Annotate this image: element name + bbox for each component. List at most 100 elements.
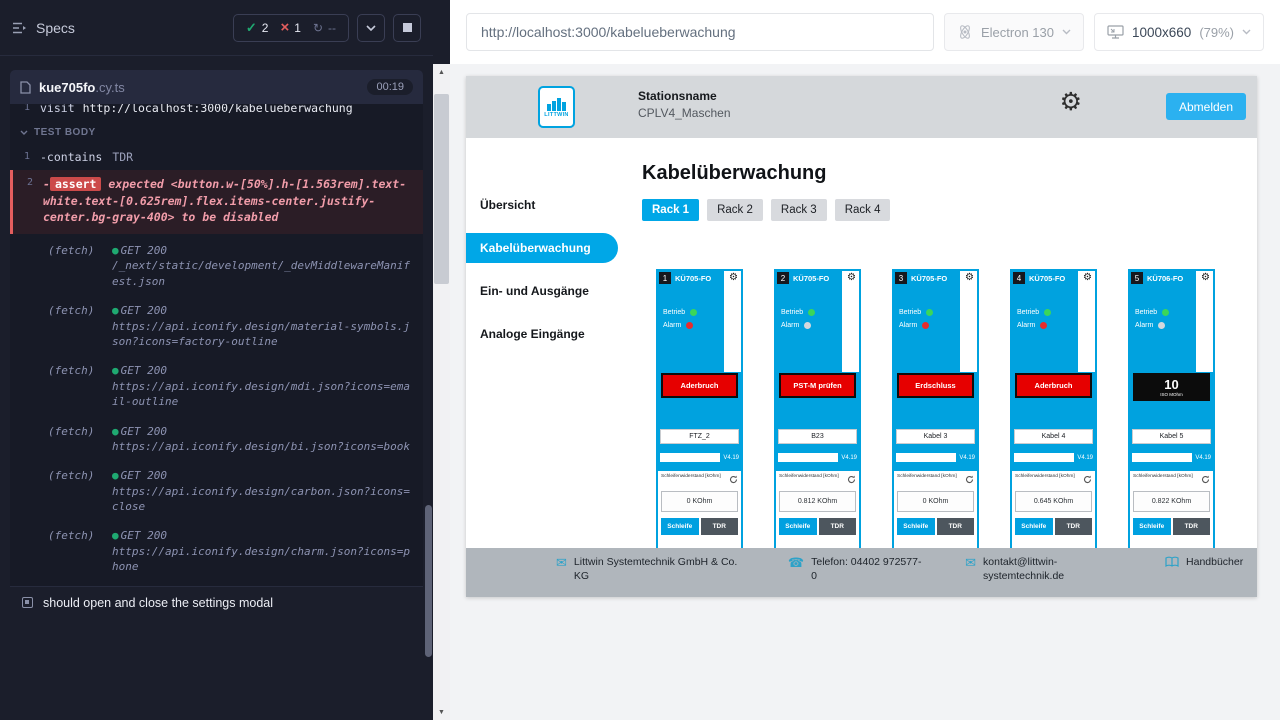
- chevron-down-icon: [1062, 29, 1071, 35]
- rack-tab[interactable]: Rack 1: [642, 199, 699, 221]
- card-number: 2: [777, 272, 789, 284]
- card-buttons: Schleife TDR: [779, 518, 856, 535]
- pending-stat: ↻--: [313, 21, 336, 35]
- alarm-led-row: Alarm: [663, 322, 697, 329]
- measurement-section: Schleifenwiderstand [kOhm] 0.645 KOhm Sc…: [1012, 471, 1095, 548]
- mail-icon: ✉: [965, 556, 976, 569]
- status-text: Erdschluss: [899, 375, 972, 396]
- scroll-up-arrow[interactable]: ▲: [433, 64, 450, 80]
- sidebar-item[interactable]: Übersicht: [466, 190, 618, 220]
- betrieb-label: Betrieb: [899, 309, 921, 316]
- measurement-head: Schleifenwiderstand [kOhm]: [897, 474, 974, 484]
- fetch-log-entry[interactable]: (fetch) ●GET 200 https://api.iconify.des…: [10, 356, 423, 416]
- assert-message: -assert expected <button.w-[50%].h-[1.56…: [43, 176, 413, 226]
- status-dot: ●: [112, 469, 119, 482]
- tdr-button[interactable]: TDR: [1173, 518, 1211, 535]
- phone-text: Telefon: 04402 972577-0: [811, 556, 923, 583]
- fetch-log-entry[interactable]: (fetch) ●GET 200 https://api.iconify.des…: [10, 461, 423, 521]
- sidebar-item-label: Kabelüberwachung: [480, 241, 591, 255]
- fetch-url: /_next/static/development/_devMiddleware…: [112, 258, 413, 289]
- refresh-icon[interactable]: [847, 475, 856, 484]
- rack-tab[interactable]: Rack 3: [771, 199, 827, 221]
- spec-header[interactable]: kue705fo.cy.ts 00:19: [10, 70, 423, 104]
- settings-gear-icon[interactable]: ⚙: [1060, 90, 1082, 115]
- card-settings-icon[interactable]: ⚙: [729, 273, 738, 283]
- specs-menu-button[interactable]: Specs: [12, 20, 75, 36]
- scrollbar-track[interactable]: [433, 80, 450, 704]
- rack-tab[interactable]: Rack 4: [835, 199, 891, 221]
- failed-assert-row[interactable]: 2 -assert expected <button.w-[50%].h-[1.…: [10, 170, 423, 234]
- version-row: V4.19: [1132, 453, 1211, 462]
- specs-label: Specs: [36, 20, 75, 36]
- rack-tab[interactable]: Rack 2: [707, 199, 763, 221]
- status-badge: Aderbruch: [661, 373, 738, 398]
- status-unit: ISO MOhm: [1135, 392, 1208, 399]
- alarm-led: [804, 322, 811, 329]
- schleife-button[interactable]: Schleife: [1015, 518, 1053, 535]
- fetch-log-entry[interactable]: (fetch) ●GET 200 https://api.iconify.des…: [10, 296, 423, 356]
- specs-list-icon: [12, 21, 28, 35]
- pending-count: --: [328, 21, 336, 35]
- fetch-log-entry[interactable]: (fetch) ●GET 200 https://api.iconify.des…: [10, 417, 423, 462]
- card-side-panel: [724, 271, 741, 372]
- card-side-panel: [1078, 271, 1095, 372]
- tdr-button[interactable]: TDR: [701, 518, 739, 535]
- alarm-led: [1158, 322, 1165, 329]
- runner-scrollbar-thumb[interactable]: [425, 505, 432, 657]
- cable-name: B23: [778, 429, 857, 444]
- fetch-url: https://api.iconify.design/carbon.json?i…: [112, 484, 413, 515]
- sidebar-item[interactable]: Analoge Eingänge: [466, 319, 618, 349]
- sidebar-item[interactable]: Kabelüberwachung: [466, 233, 618, 263]
- card-buttons: Schleife TDR: [897, 518, 974, 535]
- alarm-led: [1040, 322, 1047, 329]
- status-dot: ●: [112, 364, 119, 377]
- scrollbar[interactable]: ▲ ▼: [433, 64, 450, 720]
- fetch-log-entry[interactable]: (fetch) ●GET 200 /_next/static/developme…: [10, 236, 423, 296]
- refresh-icon[interactable]: [729, 475, 738, 484]
- card-settings-icon[interactable]: ⚙: [847, 273, 856, 283]
- cable-monitor-card: ⚙ 2 KÜ705-FO Betrieb: [774, 269, 861, 548]
- assert-state: disabled: [223, 210, 278, 224]
- chevron-down-icon: [366, 25, 376, 31]
- tdr-button[interactable]: TDR: [1055, 518, 1093, 535]
- scroll-down-arrow[interactable]: ▼: [433, 704, 450, 720]
- tdr-button[interactable]: TDR: [937, 518, 975, 535]
- schleife-button[interactable]: Schleife: [779, 518, 817, 535]
- contains-command-row[interactable]: 1 -contains TDR: [10, 146, 423, 168]
- footer-email[interactable]: ✉ kontakt@littwin-systemtechnik.de: [965, 556, 1123, 583]
- visit-command-row[interactable]: 1 visit http://localhost:3000/kabelueber…: [10, 104, 423, 119]
- test-body-section[interactable]: TEST BODY: [10, 119, 423, 146]
- footer-manuals-link[interactable]: Handbücher: [1165, 556, 1243, 570]
- card-settings-icon[interactable]: ⚙: [965, 273, 974, 283]
- card-settings-icon[interactable]: ⚙: [1201, 273, 1210, 283]
- url-input[interactable]: [466, 13, 934, 51]
- refresh-icon[interactable]: [965, 475, 974, 484]
- viewport-select[interactable]: 1000x660 (79%): [1094, 13, 1264, 51]
- scrollbar-thumb[interactable]: [434, 94, 449, 284]
- sidebar-item[interactable]: Ein- und Ausgänge: [466, 276, 618, 306]
- browser-select[interactable]: Electron 130: [944, 13, 1084, 51]
- version-field: [1014, 453, 1074, 462]
- schleife-button[interactable]: Schleife: [1133, 518, 1171, 535]
- fetch-url: https://api.iconify.design/material-symb…: [112, 319, 413, 350]
- tdr-button[interactable]: TDR: [819, 518, 857, 535]
- collapse-button[interactable]: [357, 14, 385, 42]
- schleife-button[interactable]: Schleife: [897, 518, 935, 535]
- cable-monitor-card: ⚙ 1 KÜ705-FO Betrieb: [656, 269, 743, 548]
- book-icon: [1165, 556, 1179, 568]
- refresh-icon[interactable]: [1201, 475, 1210, 484]
- stop-button[interactable]: [393, 14, 421, 42]
- viewport-zoom: (79%): [1199, 25, 1234, 40]
- refresh-icon[interactable]: [1083, 475, 1092, 484]
- schleife-button[interactable]: Schleife: [661, 518, 699, 535]
- aut-toolbar: Electron 130 1000x660 (79%): [450, 0, 1280, 64]
- fetch-log-entry[interactable]: (fetch) ●GET 200 https://api.iconify.des…: [10, 521, 423, 581]
- betrieb-label: Betrieb: [781, 309, 803, 316]
- alarm-led-row: Alarm: [899, 322, 933, 329]
- next-test-row[interactable]: should open and close the settings modal: [10, 586, 423, 619]
- logout-button[interactable]: Abmelden: [1166, 93, 1246, 120]
- card-model: KÜ705-FO: [793, 274, 829, 283]
- page-title: Kabelüberwachung: [642, 162, 1257, 185]
- card-settings-icon[interactable]: ⚙: [1083, 273, 1092, 283]
- email-text: kontakt@littwin-systemtechnik.de: [983, 556, 1123, 583]
